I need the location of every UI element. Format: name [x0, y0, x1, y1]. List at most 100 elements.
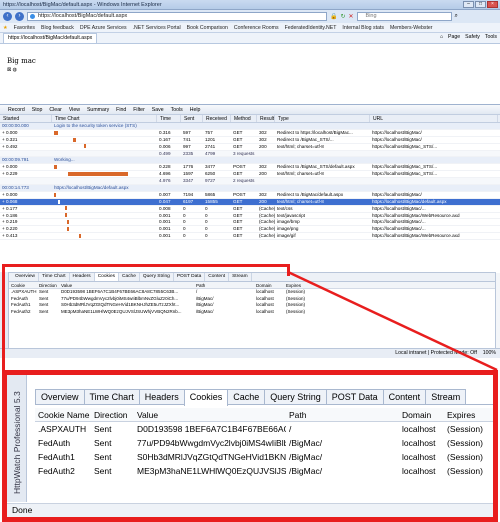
col-expires[interactable]: Expires: [444, 408, 493, 421]
tab-overview[interactable]: Overview: [35, 389, 85, 404]
address-row: ‹ › https://localhost/BigMac/default.asp…: [0, 10, 500, 23]
cookie-value: ME3pM3haNE1LWHlWQ0EzQUJVSlJSUWhjVVBQN2Rn…: [137, 466, 286, 476]
fav-link[interactable]: Conference Rooms: [234, 25, 279, 31]
col-started[interactable]: Started: [0, 115, 52, 122]
col-sent[interactable]: Sent: [181, 115, 203, 122]
tab-stream[interactable]: Stream: [425, 389, 467, 404]
tab-time-chart[interactable]: Time Chart: [83, 389, 140, 404]
summary-row[interactable]: 4.976 3347 9727 2 requests: [0, 178, 500, 186]
fav-link[interactable]: DPE Azure Services: [80, 25, 127, 31]
col-cookie-name[interactable]: Cookie Name: [35, 408, 91, 421]
favorites-star-icon[interactable]: ★: [3, 25, 8, 31]
cell-sent: 6197: [183, 198, 194, 204]
col-value[interactable]: Value: [134, 408, 286, 421]
save-button[interactable]: Save: [152, 107, 164, 113]
col-time-chart[interactable]: Time Chart: [52, 115, 157, 122]
request-row[interactable]: + 0.321 0.167 741 1201 GET 302 Redirect to /Bi…: [0, 137, 500, 144]
refresh-icon[interactable]: ↻: [340, 13, 345, 20]
forward-icon[interactable]: ›: [15, 12, 24, 21]
safety-menu[interactable]: Safety: [465, 34, 480, 40]
search-input[interactable]: Bing: [356, 12, 452, 21]
request-row[interactable]: + 0.068 0.047 6197 15855 GET 200 text/html; ch…: [0, 198, 500, 206]
stop-icon[interactable]: ✕: [349, 13, 354, 20]
record-button[interactable]: Record: [8, 107, 25, 113]
request-row[interactable]: + 0.177 0.008 0 0 GET (Cache) text/css https://…: [0, 206, 500, 213]
group-label: Login to the security token service (STS…: [54, 123, 137, 128]
request-list: 00:00:00.000 Login to the security token …: [0, 123, 500, 273]
cookie-row[interactable]: .ASPXAUTH Sent D0D193598 1BEF6A7C1B4F67BE6…: [35, 422, 493, 436]
tab-cookies[interactable]: Cookies: [183, 389, 229, 406]
home-icon[interactable]: ⌂: [440, 34, 443, 40]
back-icon[interactable]: ‹: [3, 12, 12, 21]
tools-menu[interactable]: Tools: [485, 34, 497, 40]
summary-button[interactable]: Summary: [87, 107, 109, 113]
search-icon[interactable]: ⌕: [455, 13, 458, 20]
page-group-row[interactable]: 00:00:14.773 https://localhost/BigMac/def…: [0, 185, 500, 192]
time-chart-cell: [52, 233, 157, 239]
tab-content[interactable]: Content: [382, 389, 427, 404]
browser-tab[interactable]: https://localhost/BigMac/default.aspx: [3, 33, 98, 43]
cell-time: 0.001: [159, 219, 171, 225]
lock-icon[interactable]: 🔒: [330, 13, 337, 20]
fav-link[interactable]: Internal Blog stats: [342, 25, 384, 31]
request-row[interactable]: + 0.186 0.001 0 0 GET (Cache) text/javascript h…: [0, 213, 500, 220]
cell-result: 302: [259, 129, 267, 135]
address-bar[interactable]: https://localhost/BigMac/default.aspx: [27, 12, 327, 21]
page-menu[interactable]: Page: [448, 34, 460, 40]
cookie-row[interactable]: FedAuth2 Sent ME3pM3haNE1LWHlWQ0EzQUJVSlJS…: [35, 464, 493, 478]
fav-link[interactable]: .NET Services Portal: [133, 25, 181, 31]
col-type[interactable]: Type: [275, 115, 370, 122]
page-group-row[interactable]: 00:00:00.000 Login to the security token …: [0, 123, 500, 130]
fav-link[interactable]: Blog feedback: [41, 25, 74, 31]
maximize-button[interactable]: □: [475, 1, 486, 8]
col-time[interactable]: Time: [157, 115, 181, 122]
request-row[interactable]: + 0.000 0.228 1776 3477 POST 302 Redirect to /…: [0, 164, 500, 172]
find-button[interactable]: Find: [116, 107, 126, 113]
cell-url: [370, 178, 498, 184]
cell-recv: 5865: [205, 191, 216, 197]
cookie-value: S0Hb3dMRlJVqZGtQdTNGeHVid1BKNHJhZE5uTzJZ…: [137, 452, 286, 462]
request-row[interactable]: + 0.000 0.007 7194 5865 POST 302 Redirect to /…: [0, 192, 500, 199]
cookie-direction: Sent: [94, 438, 112, 448]
fav-link[interactable]: Members-Webster: [390, 25, 433, 31]
fav-link[interactable]: FederatedIdentity.NET: [285, 25, 337, 31]
cell-method: GET: [233, 143, 243, 149]
cell-time: 0.047: [159, 198, 171, 204]
summary-row[interactable]: 0.499 2335 4799 3 requests: [0, 150, 500, 158]
tab-cache[interactable]: Cache: [227, 389, 266, 404]
cookie-row[interactable]: FedAuth1 Sent S0Hb3dMRlJVqZGtQdTNGeHVid1BK…: [35, 450, 493, 464]
request-row[interactable]: + 0.000 0.316 597 757 GET 302 Redirect to http…: [0, 130, 500, 137]
tab-post-data[interactable]: POST Data: [325, 389, 384, 404]
view-button[interactable]: View: [69, 107, 80, 113]
tab-headers[interactable]: Headers: [138, 389, 185, 404]
request-row[interactable]: + 0.413 0.001 0 0 GET (Cache) image/gif https:/…: [0, 233, 500, 241]
cell-time: 0.008: [159, 205, 171, 211]
cookie-path: /BigMac/: [289, 452, 323, 462]
clear-button[interactable]: Clear: [49, 107, 61, 113]
favorites-button[interactable]: Favorites: [14, 25, 35, 31]
col-url[interactable]: URL: [370, 115, 498, 122]
filter-button[interactable]: Filter: [133, 107, 145, 113]
col-domain[interactable]: Domain: [399, 408, 444, 421]
help-button[interactable]: Help: [190, 107, 201, 113]
cell-sent: 0: [183, 205, 186, 211]
cookie-path: /BigMac/: [289, 466, 323, 476]
tools-button[interactable]: Tools: [171, 107, 183, 113]
cookie-grid-header: Cookie Name Direction Value Path Domain …: [35, 408, 493, 422]
col-method[interactable]: Method: [231, 115, 257, 122]
minimize-button[interactable]: –: [463, 1, 474, 8]
request-row[interactable]: + 0.492 0.006 997 2741 GET 200 text/html; char…: [0, 144, 500, 151]
request-row[interactable]: + 0.219 0.001 0 0 GET (Cache) image/bmp https:/…: [0, 219, 500, 227]
cookie-row[interactable]: FedAuth Sent 77u/PD94bWwgdmVyc2lvbj0iMS4wI…: [35, 436, 493, 450]
tab-query-string[interactable]: Query String: [264, 389, 327, 404]
col-received[interactable]: Received: [203, 115, 231, 122]
col-path[interactable]: Path: [286, 408, 399, 421]
request-row[interactable]: + 0.220 0.001 0 0 GET (Cache) image/png https:/…: [0, 226, 500, 234]
stop-button[interactable]: Stop: [32, 107, 43, 113]
col-direction[interactable]: Direction: [91, 408, 134, 421]
page-group-row[interactable]: 00:00:09.791 Working...: [0, 157, 500, 165]
fav-link[interactable]: Book Comparison: [187, 25, 228, 31]
request-row[interactable]: + 0.229 4.696 1597 6250 GET 200 text/html; cha…: [0, 171, 500, 179]
col-result[interactable]: Result: [257, 115, 275, 122]
close-window-button[interactable]: ×: [487, 1, 498, 8]
